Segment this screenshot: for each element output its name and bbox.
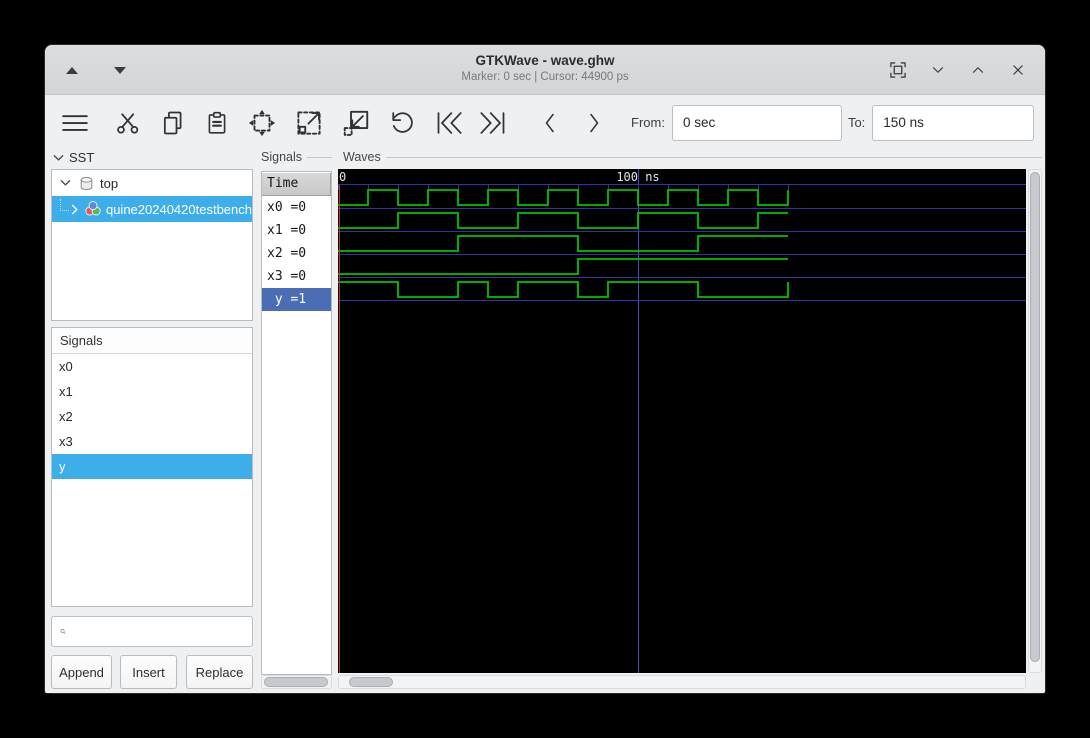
trace-name-column: Time x0 =0 x1 =0 x2 =0 x3 =0 y =1 [261, 171, 332, 675]
close-button[interactable] [1005, 57, 1031, 83]
clipboard-paste-icon [208, 111, 226, 134]
chevron-down-icon [932, 67, 944, 73]
trace-row-y[interactable]: y =1 [262, 288, 331, 311]
scissors-icon [117, 112, 139, 134]
tree-guide-line [60, 199, 69, 211]
chevron-left-icon [545, 113, 554, 132]
shift-left-button[interactable] [536, 103, 564, 143]
keep-below-button[interactable] [107, 57, 133, 83]
scrollbar-thumb[interactable] [349, 677, 393, 687]
hamburger-menu-icon [62, 114, 88, 131]
svg-text:100 ns: 100 ns [616, 170, 659, 184]
tree-item-label: quine20240420testbench [105, 201, 252, 217]
shift-right-button[interactable] [580, 103, 608, 143]
chevron-down-icon [60, 180, 71, 186]
sst-tree: top quine20240420testbench [51, 169, 253, 321]
database-icon [80, 176, 93, 190]
to-label: To: [847, 115, 866, 130]
to-input[interactable] [872, 104, 1035, 141]
copy-icon [163, 111, 182, 134]
chevron-right-icon [590, 113, 599, 132]
zoom-out-icon [343, 110, 369, 136]
wave-canvas[interactable]: 0 100 ns [338, 169, 1026, 673]
zoom-out-button[interactable] [339, 103, 373, 143]
skip-to-end-icon [480, 111, 505, 134]
search-input[interactable] [72, 617, 252, 646]
titlebar[interactable]: GTKWave - wave.ghw Marker: 0 sec | Curso… [45, 45, 1045, 95]
search-icon [60, 629, 66, 635]
chevron-down-icon [53, 154, 64, 161]
triangle-up-icon [66, 66, 78, 74]
scrollbar-thumb[interactable] [264, 677, 328, 687]
keep-above-button[interactable] [59, 57, 85, 83]
close-icon [1013, 65, 1023, 75]
zoom-to-end-button[interactable] [475, 103, 511, 143]
list-item-y[interactable]: y [52, 454, 252, 479]
names-horizontal-scrollbar[interactable] [261, 675, 332, 689]
list-item-x3[interactable]: x3 [52, 429, 252, 454]
waves-vertical-scrollbar[interactable] [1028, 169, 1042, 673]
zoom-in-button[interactable] [292, 103, 326, 143]
sst-label: SST [69, 150, 95, 165]
undo-icon [392, 111, 413, 133]
menu-button[interactable] [56, 103, 94, 143]
trace-row-x3[interactable]: x3 =0 [262, 265, 331, 288]
signal-facility-list: Signals x0 x1 x2 x3 y [51, 327, 253, 607]
maximize-button[interactable] [965, 57, 991, 83]
chevron-right-icon [71, 204, 78, 214]
replace-button[interactable]: Replace [186, 655, 253, 689]
signal-list-header[interactable]: Signals [52, 328, 252, 354]
append-button[interactable]: Append [51, 655, 112, 689]
skip-to-start-icon [437, 111, 462, 134]
copy-button[interactable] [157, 103, 189, 143]
sst-expander[interactable]: SST [53, 150, 94, 165]
trace-row-x0[interactable]: x0 =0 [262, 196, 331, 219]
waves-frame-label: Waves [343, 150, 1042, 164]
zoom-fit-button[interactable] [245, 103, 279, 143]
cut-button[interactable] [112, 103, 144, 143]
waves-horizontal-scrollbar[interactable] [338, 675, 1026, 689]
fullscreen-button[interactable] [885, 57, 911, 83]
minimize-button[interactable] [925, 57, 951, 83]
trace-row-x2[interactable]: x2 =0 [262, 242, 331, 265]
from-label: From: [631, 115, 665, 130]
search-box [51, 616, 253, 647]
chevron-up-icon [972, 67, 984, 73]
time-column-header[interactable]: Time [262, 173, 331, 196]
list-item-x1[interactable]: x1 [52, 379, 252, 404]
insert-button[interactable]: Insert [120, 655, 177, 689]
svg-text:0: 0 [339, 170, 346, 184]
zoom-fit-icon [248, 109, 276, 136]
toolbar: From: To: [45, 96, 1045, 149]
zoom-to-start-button[interactable] [431, 103, 467, 143]
signals-frame-label: Signals [261, 150, 332, 164]
list-item-x0[interactable]: x0 [52, 354, 252, 379]
paste-button[interactable] [202, 103, 232, 143]
frame-line [307, 156, 332, 158]
zoom-in-icon [297, 110, 321, 135]
tree-item-testbench[interactable]: quine20240420testbench [52, 196, 252, 222]
triangle-down-icon [114, 66, 126, 74]
tree-item-label: top [100, 175, 119, 191]
list-item-x2[interactable]: x2 [52, 404, 252, 429]
trace-row-x1[interactable]: x1 =0 [262, 219, 331, 242]
scrollbar-thumb[interactable] [1030, 172, 1040, 662]
module-icon [85, 201, 101, 216]
undo-button[interactable] [386, 103, 418, 143]
from-input[interactable] [671, 104, 842, 141]
tree-item-top[interactable]: top [52, 170, 252, 196]
fit-screen-icon [890, 62, 906, 78]
gtkwave-window: GTKWave - wave.ghw Marker: 0 sec | Curso… [44, 44, 1046, 694]
frame-line [385, 156, 1042, 158]
